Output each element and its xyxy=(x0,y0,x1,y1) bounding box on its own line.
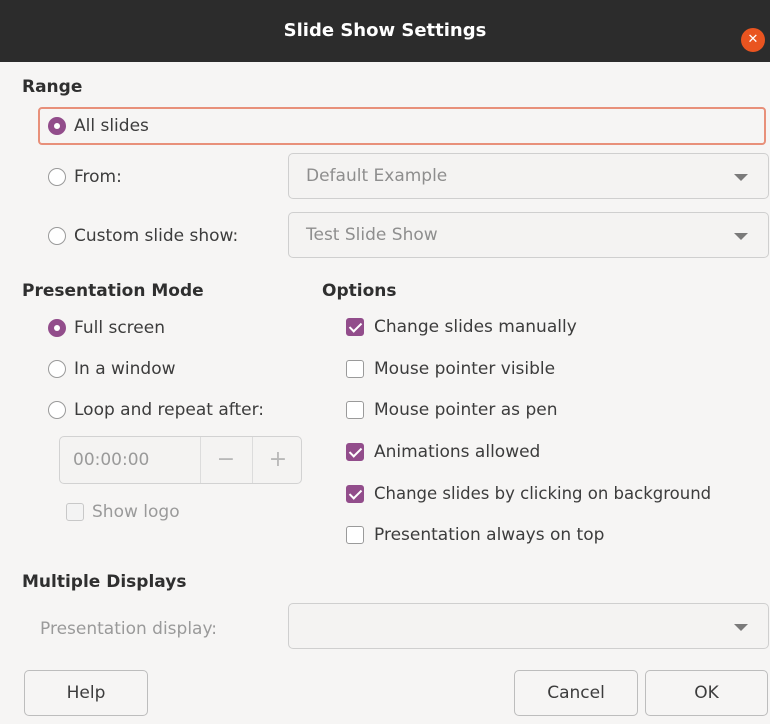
title-bar: Slide Show Settings ✕ xyxy=(0,0,770,62)
loop-repeat-label[interactable]: Loop and repeat after: xyxy=(74,399,264,421)
options-heading: Options xyxy=(322,281,397,301)
change-slides-click-checkbox[interactable] xyxy=(346,485,364,503)
mouse-pointer-pen-checkbox[interactable] xyxy=(346,401,364,419)
all-slides-radio[interactable] xyxy=(48,117,66,135)
close-icon[interactable]: ✕ xyxy=(741,28,765,52)
loop-repeat-radio[interactable] xyxy=(48,401,66,419)
change-slides-manually-checkbox[interactable] xyxy=(346,318,364,336)
ok-button[interactable]: OK xyxy=(645,670,768,716)
range-heading: Range xyxy=(22,77,83,97)
mouse-pointer-pen-label[interactable]: Mouse pointer as pen xyxy=(374,399,557,421)
from-dropdown[interactable]: Default Example xyxy=(288,153,769,199)
show-logo-checkbox[interactable] xyxy=(66,503,84,521)
always-on-top-checkbox[interactable] xyxy=(346,526,364,544)
animations-allowed-label[interactable]: Animations allowed xyxy=(374,441,540,463)
change-slides-manually-label[interactable]: Change slides manually xyxy=(374,316,577,338)
mouse-pointer-visible-label[interactable]: Mouse pointer visible xyxy=(374,358,555,380)
dialog-title: Slide Show Settings xyxy=(283,20,487,41)
presentation-display-label: Presentation display: xyxy=(40,619,218,639)
always-on-top-label[interactable]: Presentation always on top xyxy=(374,524,604,546)
mouse-pointer-visible-checkbox[interactable] xyxy=(346,360,364,378)
from-dropdown-value: Default Example xyxy=(306,166,448,186)
chevron-down-icon xyxy=(734,233,748,240)
multiple-displays-heading: Multiple Displays xyxy=(22,572,187,592)
plus-icon[interactable]: + xyxy=(253,447,303,472)
cancel-button[interactable]: Cancel xyxy=(514,670,638,716)
presentation-mode-heading: Presentation Mode xyxy=(22,281,204,301)
loop-time-value[interactable]: 00:00:00 xyxy=(73,450,149,470)
presentation-display-dropdown[interactable] xyxy=(288,603,769,649)
custom-slide-show-dropdown[interactable]: Test Slide Show xyxy=(288,212,769,258)
all-slides-label[interactable]: All slides xyxy=(74,115,149,137)
chevron-down-icon xyxy=(734,174,748,181)
chevron-down-icon xyxy=(734,624,748,631)
custom-slide-show-label[interactable]: Custom slide show: xyxy=(74,225,238,247)
in-window-label[interactable]: In a window xyxy=(74,358,176,380)
from-radio[interactable] xyxy=(48,168,66,186)
full-screen-radio[interactable] xyxy=(48,319,66,337)
help-button[interactable]: Help xyxy=(24,670,148,716)
custom-slide-show-radio[interactable] xyxy=(48,227,66,245)
animations-allowed-checkbox[interactable] xyxy=(346,443,364,461)
change-slides-click-label[interactable]: Change slides by clicking on background xyxy=(374,483,711,505)
custom-slide-show-value: Test Slide Show xyxy=(306,225,438,245)
loop-time-stepper[interactable]: 00:00:00 − + xyxy=(59,436,302,484)
show-logo-label[interactable]: Show logo xyxy=(92,501,180,523)
full-screen-label[interactable]: Full screen xyxy=(74,317,165,339)
minus-icon[interactable]: − xyxy=(200,447,252,472)
from-label[interactable]: From: xyxy=(74,166,122,188)
in-window-radio[interactable] xyxy=(48,360,66,378)
